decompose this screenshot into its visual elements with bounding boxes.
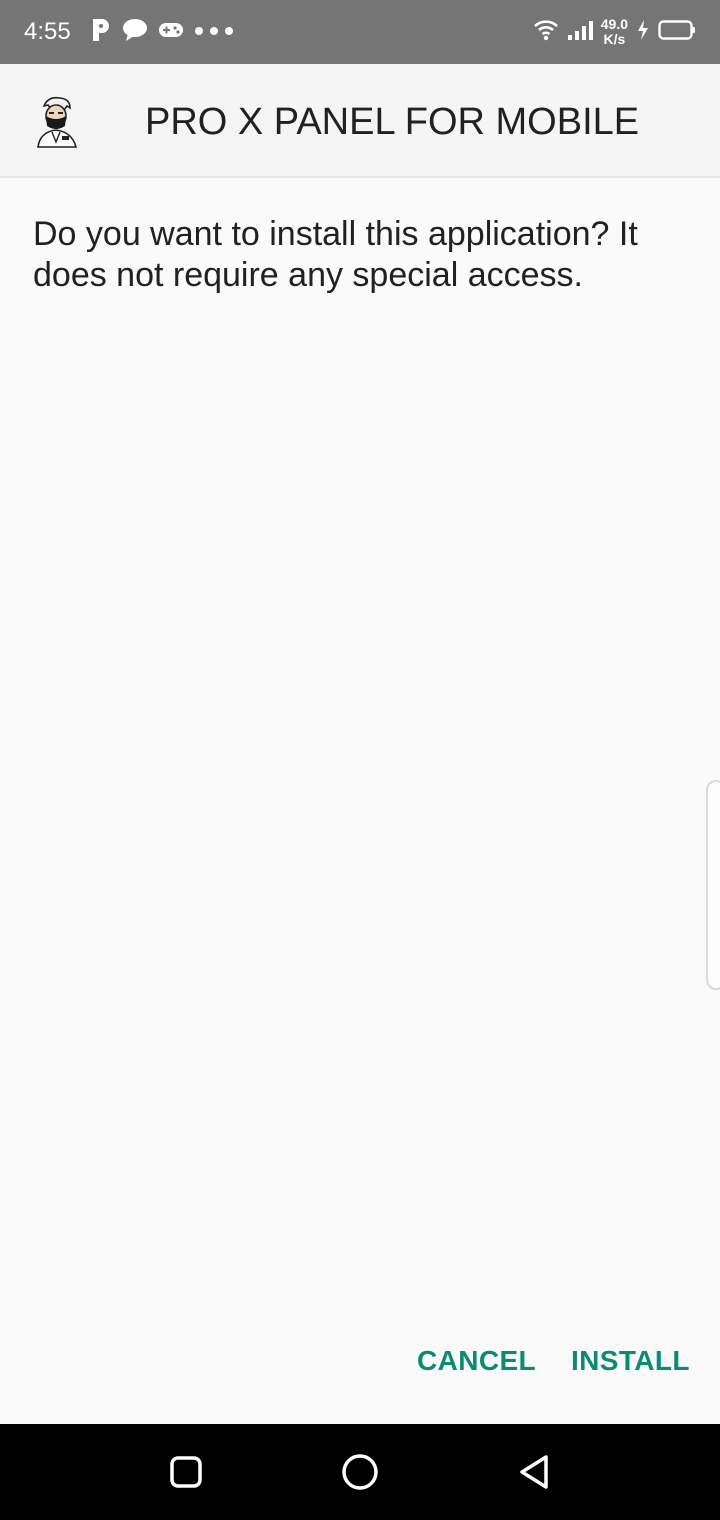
app-header: PRO X PANEL FOR MOBILE	[0, 64, 720, 178]
back-icon[interactable]	[514, 1452, 554, 1492]
app-avatar-icon	[34, 96, 80, 148]
p-icon	[90, 17, 112, 48]
signal-icon	[567, 19, 593, 46]
charging-icon	[636, 19, 650, 46]
gamepad-icon	[158, 20, 184, 45]
cancel-button[interactable]: CANCEL	[417, 1340, 536, 1382]
install-button[interactable]: INSTALL	[571, 1340, 690, 1382]
status-time: 4:55	[24, 18, 71, 45]
notification-icons	[90, 18, 234, 46]
system-icons: 49.0 K/s	[533, 14, 696, 50]
status-bar: 4:55 49.0 K/s	[0, 0, 720, 64]
network-speed: 49.0 K/s	[601, 17, 628, 47]
navigation-bar	[0, 1424, 720, 1520]
more-dots-icon	[194, 23, 234, 41]
battery-icon	[658, 19, 696, 46]
network-speed-unit: K/s	[603, 31, 626, 47]
recents-icon[interactable]	[166, 1452, 206, 1492]
chat-bubble-icon	[122, 18, 148, 47]
wifi-icon	[533, 19, 559, 46]
home-icon[interactable]	[340, 1452, 380, 1492]
install-message: Do you want to install this application?…	[33, 215, 638, 294]
app-title: PRO X PANEL FOR MOBILE	[145, 101, 640, 143]
network-speed-value: 49.0	[600, 16, 628, 32]
edge-panel-handle[interactable]	[706, 780, 720, 990]
